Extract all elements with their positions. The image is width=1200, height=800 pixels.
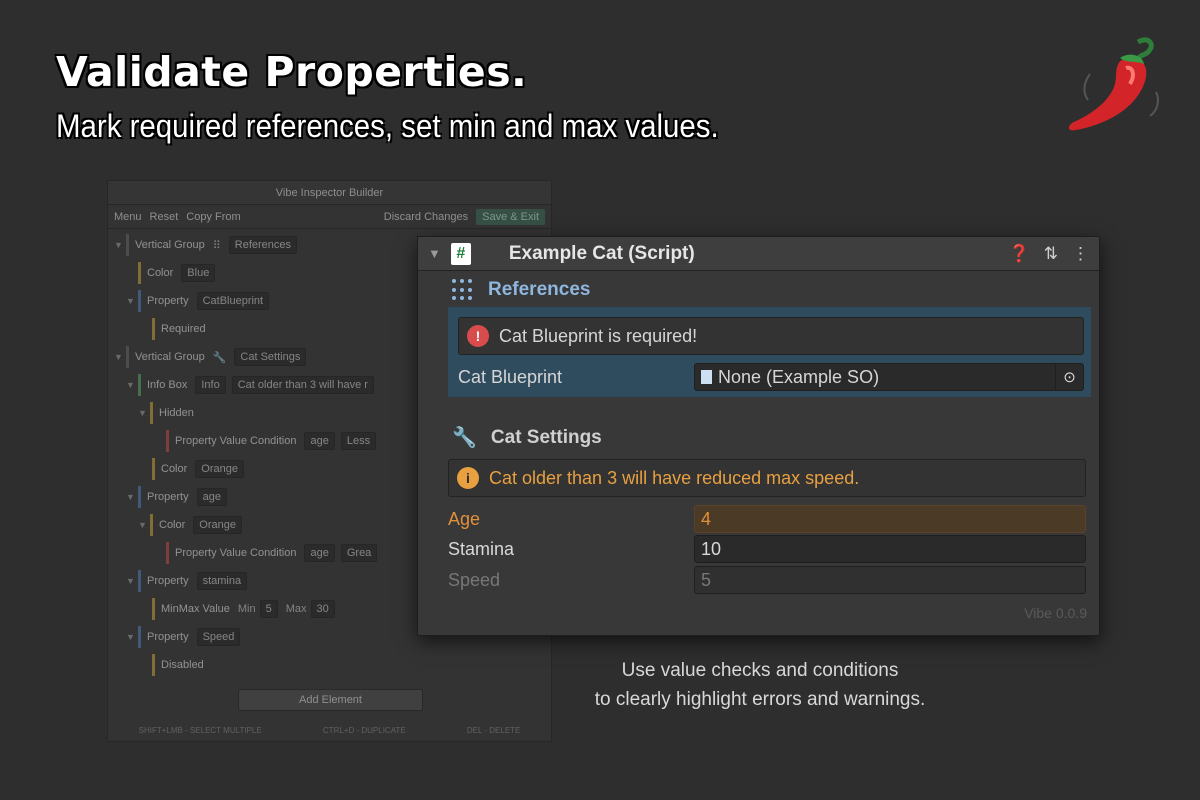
info-icon: i <box>457 467 479 489</box>
property-dropdown[interactable]: Speed <box>196 628 241 646</box>
wrench-icon: 🔧 <box>452 427 477 449</box>
age-label: Age <box>448 508 481 529</box>
speed-label: Speed <box>448 569 501 590</box>
presets-icon[interactable]: ⇅ <box>1044 244 1058 264</box>
save-exit-button[interactable]: Save & Exit <box>476 208 545 225</box>
color-dropdown[interactable]: Orange <box>195 460 244 478</box>
kebab-menu-icon[interactable]: ⋮ <box>1072 244 1089 264</box>
error-icon: ! <box>467 325 489 347</box>
component-inspector: ▼ # Example Cat (Script) ❓ ⇅ ⋮ Reference… <box>417 236 1100 636</box>
min-value-field[interactable]: 5 <box>259 600 278 618</box>
reset-button[interactable]: Reset <box>150 211 179 223</box>
shortcut-hints: SHIFT+LMB - SELECT MULTIPLE CTRL+D - DUP… <box>138 726 521 735</box>
group-name-field[interactable]: Cat Settings <box>234 348 307 366</box>
condition-property-dropdown[interactable]: age <box>304 432 335 450</box>
menu-button[interactable]: Menu <box>114 211 142 223</box>
discard-changes-button[interactable]: Discard Changes <box>384 211 468 223</box>
age-row: Age 4 <box>448 505 1086 533</box>
subline: Mark required references, set min and ma… <box>56 108 719 144</box>
chili-pepper-logo <box>1068 37 1159 131</box>
property-dropdown[interactable]: stamina <box>196 572 248 590</box>
object-picker-icon[interactable]: ⊙ <box>1055 364 1083 390</box>
caption: Use value checks and conditions to clear… <box>594 660 926 710</box>
script-icon: # <box>450 242 471 265</box>
component-title: Example Cat (Script) <box>508 242 695 264</box>
references-section-header: References <box>452 279 590 301</box>
color-dropdown[interactable]: Orange <box>193 516 242 534</box>
scriptable-object-icon <box>701 370 712 384</box>
property-dropdown[interactable]: CatBlueprint <box>196 292 270 310</box>
speed-row: Speed 5 <box>448 566 1086 594</box>
error-message: Cat Blueprint is required! <box>499 325 698 346</box>
builder-toolbar: Menu Reset Copy From Discard Changes Sav… <box>108 205 551 229</box>
stamina-label: Stamina <box>448 538 515 559</box>
cat-blueprint-label: Cat Blueprint <box>458 366 563 387</box>
max-value-field[interactable]: 30 <box>310 600 335 618</box>
group-name-field[interactable]: References <box>228 236 298 254</box>
condition-operator-dropdown[interactable]: Less <box>340 432 377 450</box>
cat-blueprint-row: Cat Blueprint None (Example SO) ⊙ <box>458 363 1084 391</box>
cat-settings-section-header: 🔧 Cat Settings <box>452 426 602 450</box>
condition-property-dropdown[interactable]: age <box>304 544 335 562</box>
stamina-field[interactable]: 10 <box>694 535 1086 563</box>
infobox-text-field[interactable]: Cat older than 3 will have r <box>231 376 374 394</box>
version-label: Vibe 0.0.9 <box>1024 605 1087 621</box>
info-message: Cat older than 3 will have reduced max s… <box>489 467 860 488</box>
grid-dots-icon <box>452 279 474 301</box>
age-field[interactable]: 4 <box>694 505 1086 533</box>
builder-title: Vibe Inspector Builder <box>108 181 551 205</box>
add-element-button[interactable]: Add Element <box>238 689 423 711</box>
property-dropdown[interactable]: age <box>196 488 227 506</box>
cat-blueprint-object-field[interactable]: None (Example SO) ⊙ <box>694 363 1084 391</box>
headline: Validate Properties. <box>56 48 528 96</box>
stamina-row: Stamina 10 <box>448 535 1086 563</box>
references-group: ! Cat Blueprint is required! Cat Bluepri… <box>448 307 1091 397</box>
wrench-icon: 🔧 <box>212 351 227 364</box>
foldout-arrow-icon[interactable]: ▼ <box>428 246 441 261</box>
component-header[interactable]: ▼ # Example Cat (Script) ❓ ⇅ ⋮ <box>418 237 1099 271</box>
speed-field-disabled: 5 <box>694 566 1086 594</box>
tree-row[interactable]: Disabled <box>108 651 551 679</box>
help-icon[interactable]: ❓ <box>1009 244 1030 264</box>
error-message-box: ! Cat Blueprint is required! <box>458 317 1084 355</box>
grid-icon: ⠿ <box>212 239 221 252</box>
info-message-box: i Cat older than 3 will have reduced max… <box>448 459 1086 497</box>
infobox-type-dropdown[interactable]: Info <box>195 376 226 394</box>
condition-operator-dropdown[interactable]: Grea <box>340 544 378 562</box>
copy-from-button[interactable]: Copy From <box>186 211 240 223</box>
color-dropdown[interactable]: Blue <box>181 264 216 282</box>
